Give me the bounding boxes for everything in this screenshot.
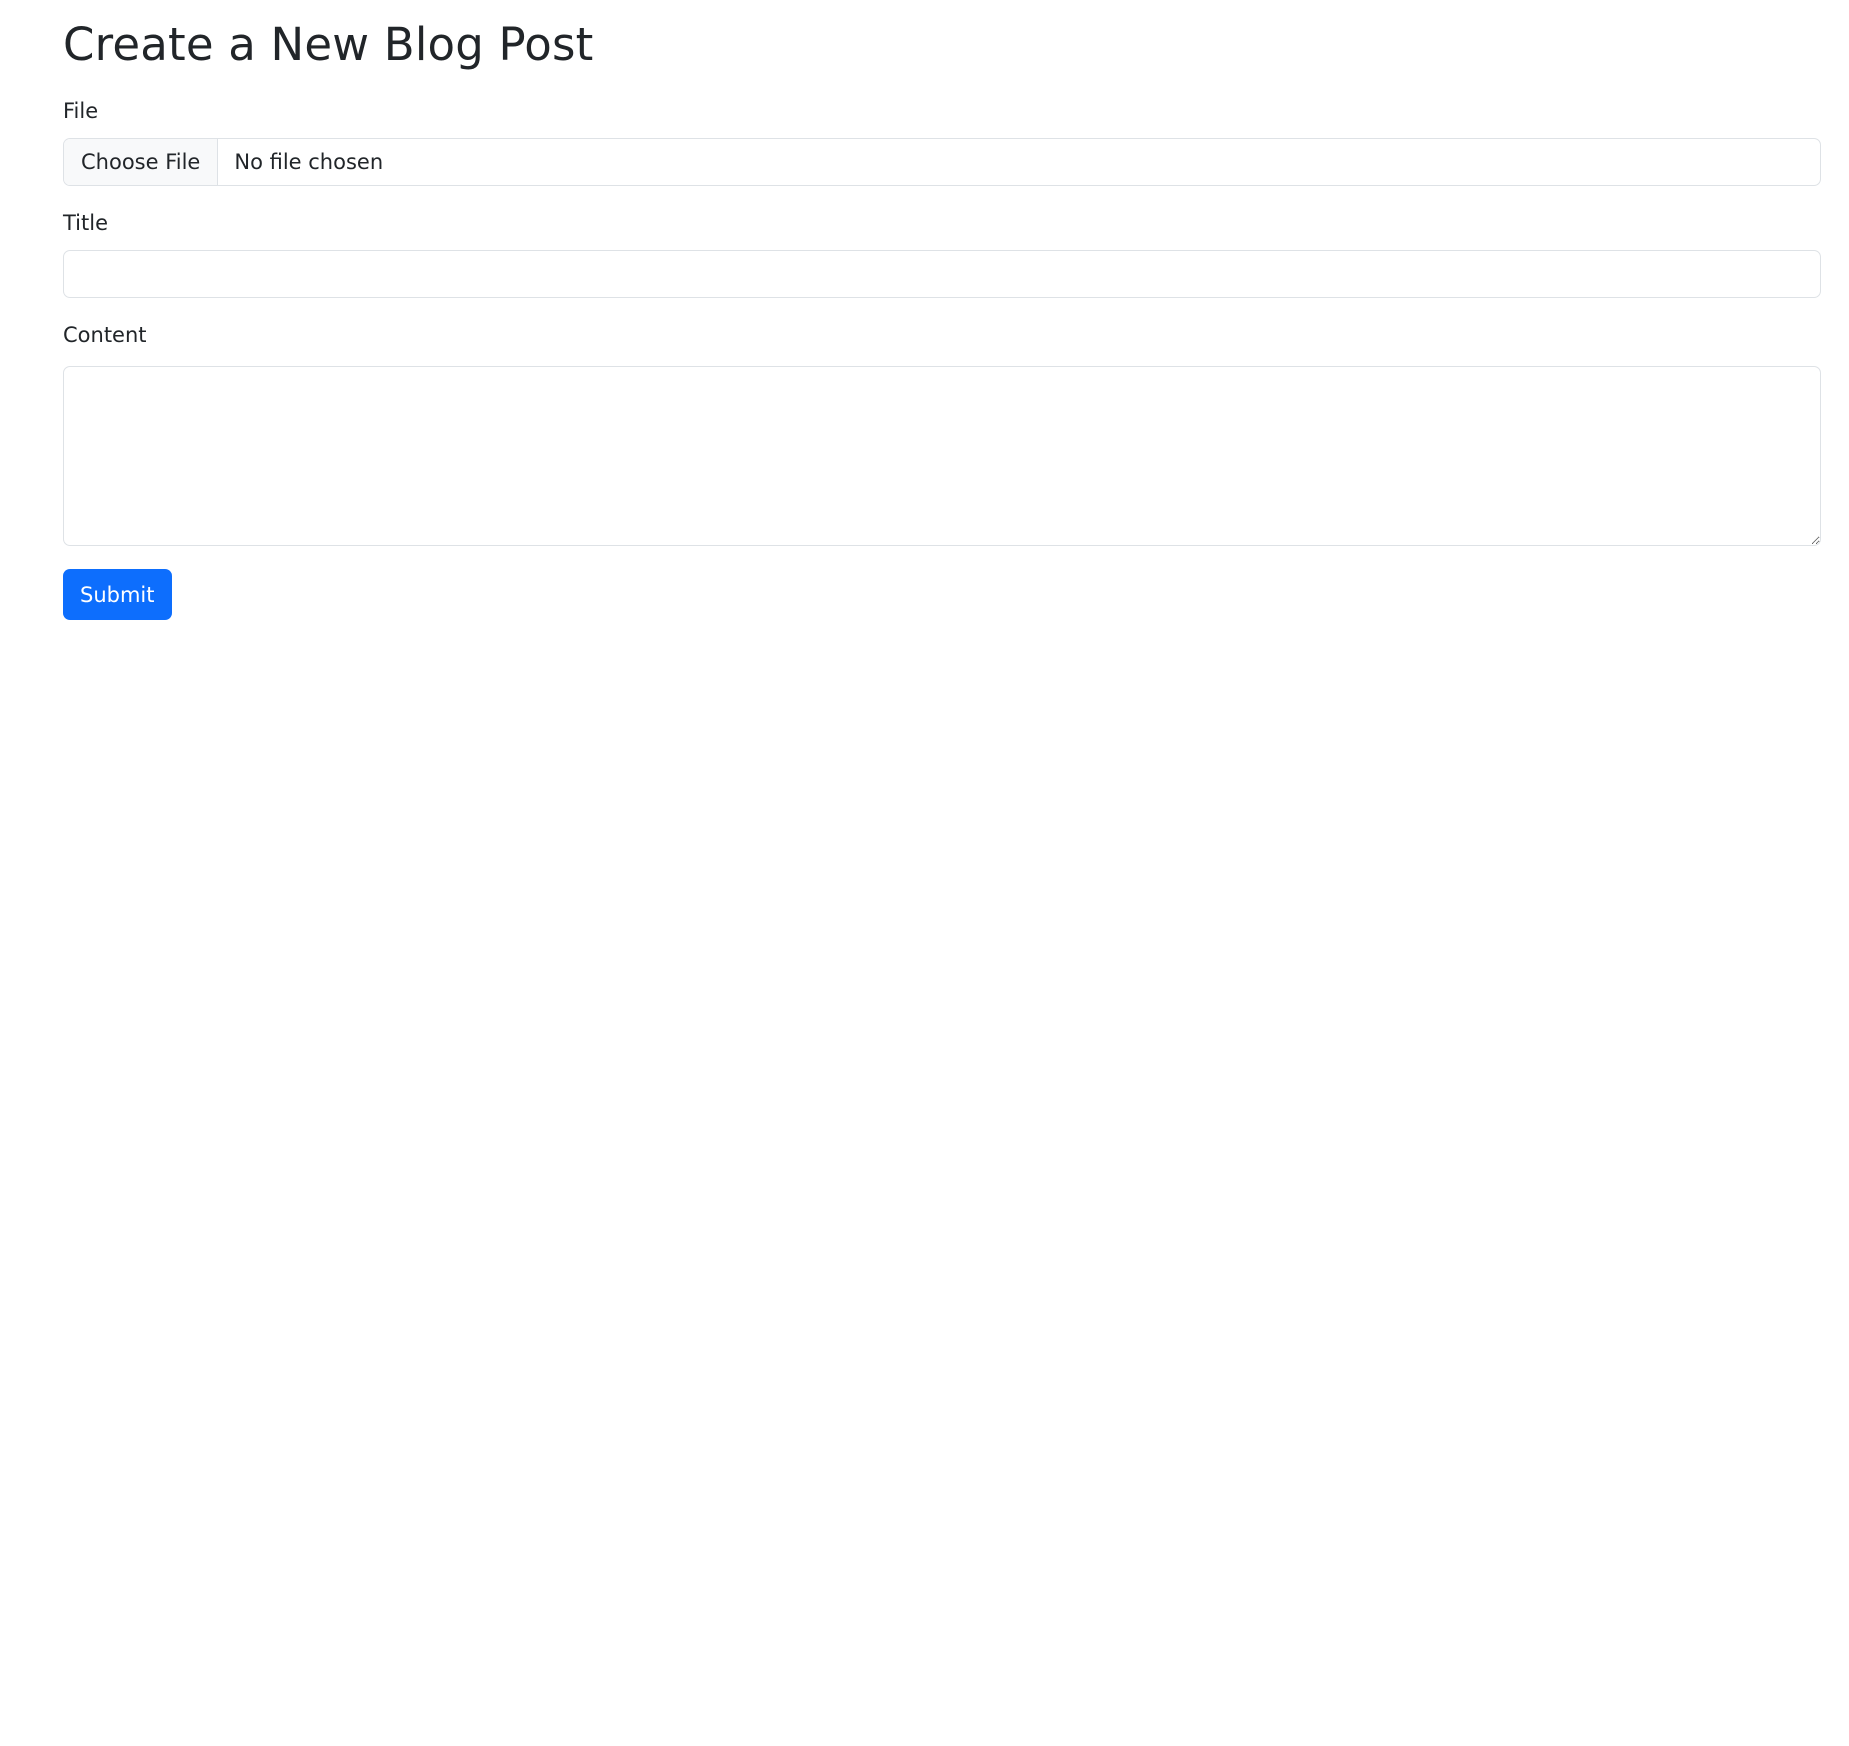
- file-label: File: [63, 99, 99, 123]
- content-label: Content: [63, 323, 147, 347]
- title-input[interactable]: [63, 250, 1821, 298]
- choose-file-button[interactable]: Choose File: [64, 139, 219, 185]
- page-title: Create a New Blog Post: [63, 18, 594, 71]
- file-input[interactable]: Choose File No file chosen: [63, 138, 1821, 186]
- blog-post-form-container: Create a New Blog Post File Choose File …: [63, 0, 1821, 620]
- title-label: Title: [63, 211, 109, 235]
- submit-button[interactable]: Submit: [63, 569, 172, 620]
- content-textarea[interactable]: [63, 366, 1821, 546]
- file-status-text: No file chosen: [234, 150, 384, 174]
- create-post-form: File Choose File No file chosen Title Co…: [63, 96, 1821, 620]
